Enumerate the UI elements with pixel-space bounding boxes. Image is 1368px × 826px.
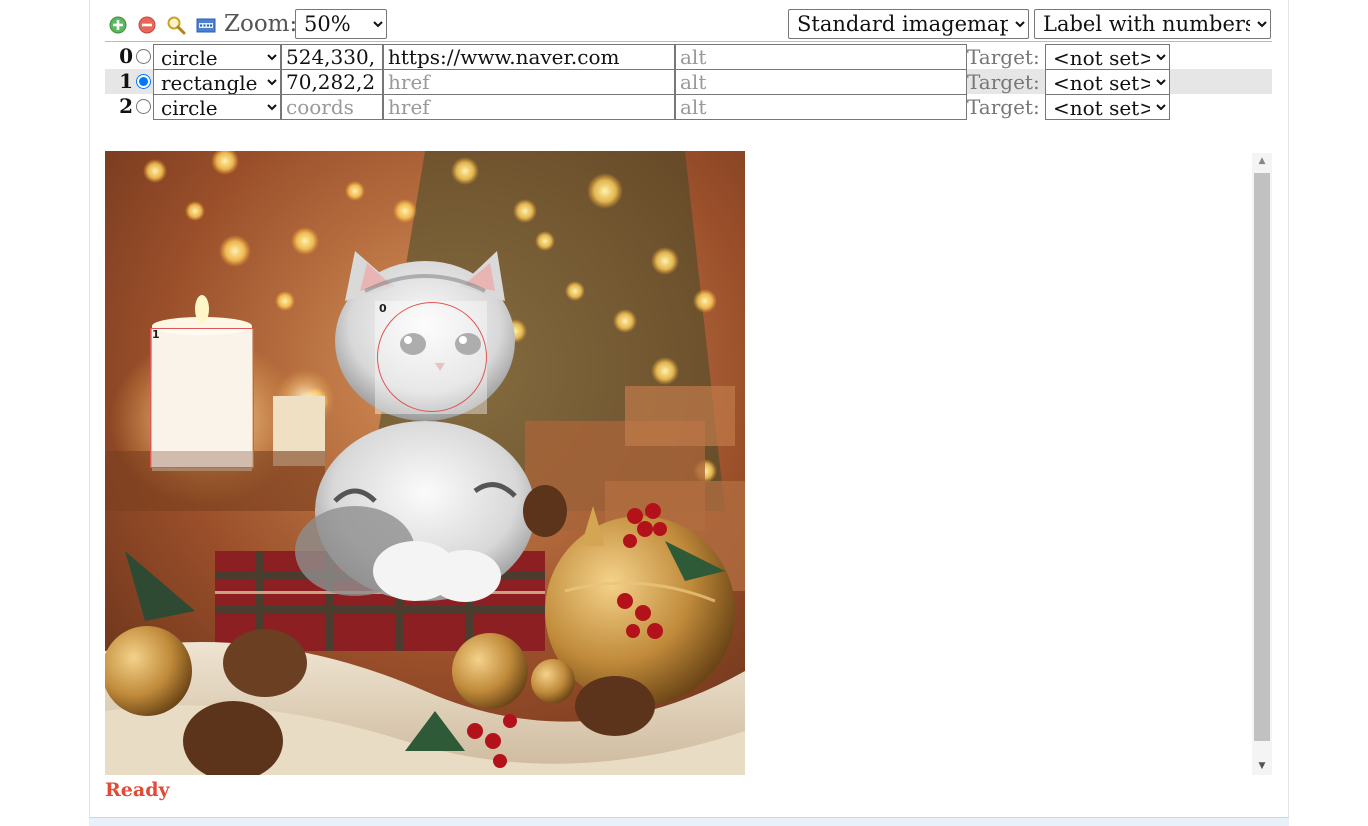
area-rectangle-overlay[interactable] — [150, 328, 254, 468]
area-shape-select[interactable]: rectangle — [153, 69, 281, 95]
area-number: 2 — [119, 94, 133, 118]
area-select-radio[interactable] — [136, 49, 151, 64]
area-number: 0 — [119, 44, 133, 68]
scroll-up-icon[interactable]: ▲ — [1252, 153, 1272, 170]
zoom-label: Zoom: — [224, 11, 298, 37]
kitten-photo[interactable]: 1 0 — [105, 151, 745, 775]
area-target-select[interactable]: <not set> — [1045, 44, 1170, 70]
area-shape-select[interactable]: circle — [153, 44, 281, 70]
area-number: 1 — [119, 69, 133, 93]
preview-icon[interactable] — [166, 15, 186, 35]
scroll-down-icon[interactable]: ▼ — [1252, 758, 1272, 775]
scroll-thumb[interactable] — [1254, 173, 1270, 741]
label-mode-select[interactable]: Label with numbers — [1034, 9, 1271, 39]
area-shape-select[interactable]: circle — [153, 94, 281, 120]
add-area-icon[interactable] — [108, 15, 128, 35]
area-coords-input[interactable] — [281, 69, 383, 95]
delete-area-icon[interactable] — [137, 15, 157, 35]
area-circle-overlay[interactable] — [377, 302, 487, 412]
area-row: 2 circle Target: <not set> — [105, 94, 1272, 120]
area-target-select[interactable]: <not set> — [1045, 94, 1170, 120]
target-label: Target: — [967, 95, 1040, 119]
area-label: 0 — [379, 302, 387, 315]
target-label: Target: — [967, 45, 1040, 69]
area-alt-input[interactable] — [675, 44, 967, 70]
area-href-input[interactable] — [383, 44, 675, 70]
area-row-selected: 1 rectangle Target: <not set> — [105, 69, 1272, 95]
image-canvas: 1 0 ▲ ▼ — [105, 151, 1272, 775]
area-href-input[interactable] — [383, 94, 675, 120]
area-row: 0 circle Target: <not set> — [105, 44, 1272, 70]
area-target-select[interactable]: <not set> — [1045, 69, 1170, 95]
area-select-radio[interactable] — [136, 74, 151, 89]
area-coords-input[interactable] — [281, 94, 383, 120]
area-select-radio[interactable] — [136, 99, 151, 114]
zoom-select[interactable]: 50% — [295, 9, 387, 39]
area-alt-input[interactable] — [675, 94, 967, 120]
vertical-scrollbar[interactable]: ▲ ▼ — [1252, 153, 1272, 775]
area-coords-input[interactable] — [281, 44, 383, 70]
html-code-icon[interactable] — [196, 15, 216, 35]
area-label: 1 — [152, 328, 160, 341]
footer-strip — [89, 817, 1289, 826]
area-alt-input[interactable] — [675, 69, 967, 95]
map-type-select[interactable]: Standard imagemap — [788, 9, 1029, 39]
area-href-input[interactable] — [383, 69, 675, 95]
target-label: Target: — [967, 70, 1040, 94]
status-text: Ready — [105, 779, 170, 801]
toolbar-divider — [105, 41, 1272, 42]
toolbar: Zoom: 50% Standard imagemap Label with n… — [105, 8, 1273, 40]
